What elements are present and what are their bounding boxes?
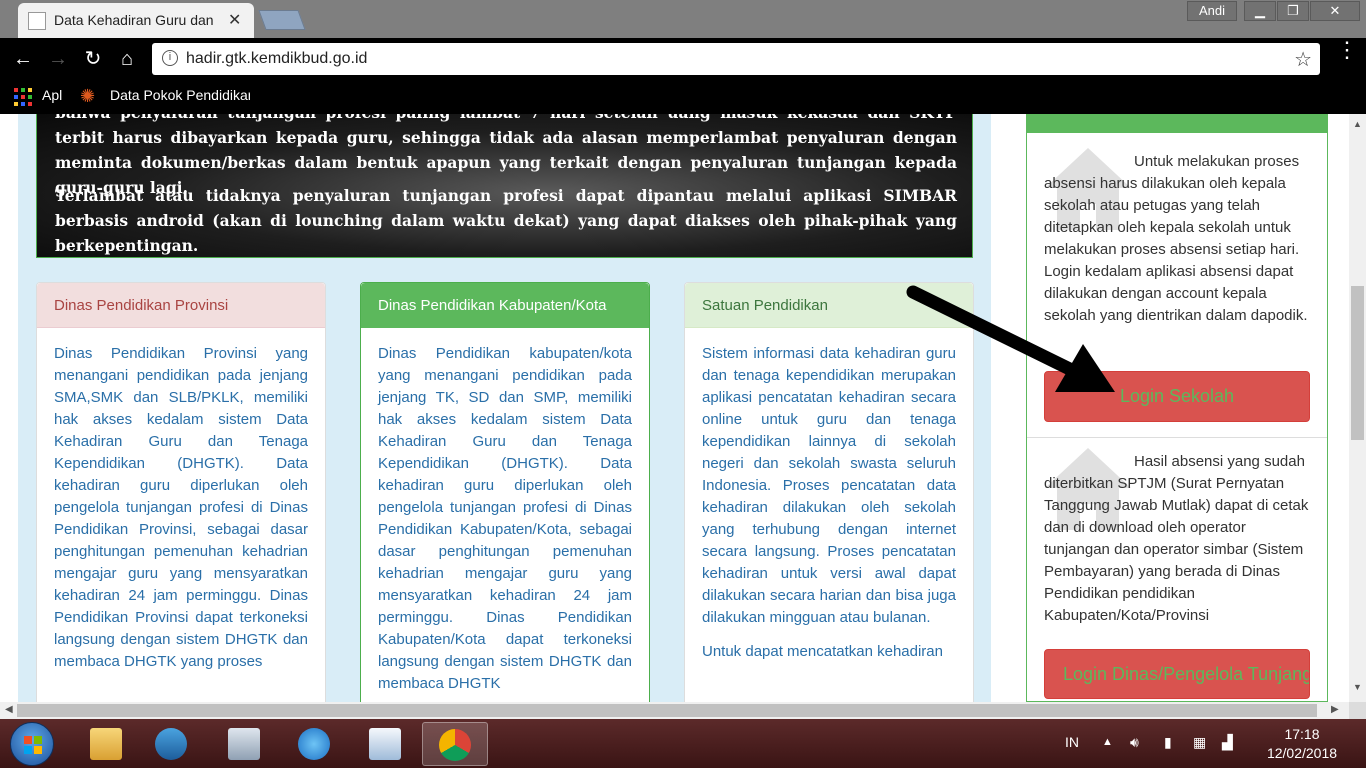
scroll-left-icon[interactable]: ◀	[5, 704, 13, 715]
scroll-up-icon[interactable]: ▲	[1353, 119, 1362, 129]
panel-body: Dinas Pendidikan Provinsi yang menangani…	[54, 345, 308, 670]
show-hidden-icons-icon[interactable]: ▲	[1102, 736, 1113, 748]
horizontal-scroll-thumb[interactable]	[17, 704, 1317, 717]
login-sidebar: Untuk melakukan proses absensi harus dil…	[1026, 114, 1328, 702]
dinas-login-section: Hasil absensi yang sudah diterbitkan SPT…	[1027, 438, 1327, 702]
network-disconnected-icon[interactable]: ▦	[1193, 734, 1206, 751]
home-button[interactable]: ⌂	[114, 46, 140, 72]
clock-date: 12/02/2018	[1266, 745, 1338, 761]
window-close-icon: ✕	[1329, 3, 1341, 18]
apps-grid-icon[interactable]	[14, 88, 32, 106]
bookmarks-bar: Apl ✺ Data Pokok Pendidikan	[0, 80, 1366, 114]
intro-notice-box: bahwa penyaluran tunjangan profesi palin…	[36, 114, 973, 258]
minimize-button[interactable]: ▁	[1244, 1, 1276, 21]
explorer-taskbar-button[interactable]	[76, 722, 136, 766]
scrollbar-corner	[1349, 702, 1366, 719]
forward-arrow-icon: →	[48, 48, 68, 70]
page-viewport: bahwa penyaluran tunjangan profesi palin…	[0, 114, 1349, 702]
dinas-login-text: Hasil absensi yang sudah diterbitkan SPT…	[1044, 453, 1309, 624]
panel-title: Dinas Pendidikan Provinsi	[37, 283, 325, 328]
bookmark-star-icon[interactable]: ☆	[1294, 47, 1312, 72]
browser-tab[interactable]: Data Kehadiran Guru dan ✕	[18, 3, 254, 38]
dapodik-logo-icon: ✺	[80, 86, 96, 106]
kebab-menu-icon: ⋮	[1336, 37, 1358, 62]
calculator-icon	[228, 728, 260, 760]
scroll-right-icon[interactable]: ▶	[1331, 704, 1339, 715]
page-favicon-icon	[28, 12, 46, 30]
back-arrow-icon: ←	[13, 48, 33, 70]
signal-icon[interactable]: ▟	[1222, 734, 1233, 751]
panel-body: Dinas Pendidikan kabupaten/kota yang men…	[378, 345, 632, 692]
url-text[interactable]: hadir.gtk.kemdikbud.go.id	[186, 50, 367, 68]
volume-icon[interactable]: 🔊︎	[1130, 734, 1139, 751]
wordpad-taskbar-button[interactable]	[355, 722, 415, 766]
panel-dinas-kabupaten: Dinas Pendidikan Kabupaten/Kota Dinas Pe…	[360, 282, 650, 702]
panel-dinas-provinsi: Dinas Pendidikan Provinsi Dinas Pendidik…	[36, 282, 326, 702]
browser-title-bar: Data Kehadiran Guru dan ✕ Andi ▁ ❐ ✕	[0, 0, 1366, 38]
internet-explorer-icon	[298, 728, 330, 760]
chrome-icon	[439, 729, 471, 761]
back-button[interactable]: ←	[10, 46, 36, 72]
internet-explorer-taskbar-button[interactable]	[284, 722, 344, 766]
system-clock[interactable]: 17:18 12/02/2018	[1262, 725, 1342, 763]
wordpad-icon	[369, 728, 401, 760]
profile-button[interactable]: Andi	[1187, 1, 1237, 21]
browser-menu-button[interactable]: ⋮	[1336, 39, 1358, 61]
start-button[interactable]	[10, 722, 54, 766]
horizontal-scrollbar[interactable]: ◀ ▶	[0, 702, 1349, 719]
tab-close-icon[interactable]: ✕	[228, 10, 241, 30]
panel-body-paragraph: Untuk dapat mencatatkan kehadiran	[702, 643, 943, 660]
chrome-taskbar-button[interactable]	[422, 722, 488, 766]
address-bar[interactable]: i hadir.gtk.kemdikbud.go.id ☆	[152, 43, 1320, 75]
tab-title: Data Kehadiran Guru dan	[54, 12, 214, 28]
new-tab-button[interactable]	[258, 10, 306, 30]
vertical-scroll-thumb[interactable]	[1351, 286, 1364, 440]
intro-paragraph-2: Terlambat atau tidaknya penyaluran tunja…	[55, 186, 957, 255]
forward-button[interactable]: →	[45, 46, 71, 72]
windows-logo-icon	[24, 736, 42, 754]
bookmark-data-pokok[interactable]: Data Pokok Pendidikan	[110, 87, 250, 103]
reload-icon: ↻	[84, 48, 102, 70]
restore-button[interactable]: ❐	[1277, 1, 1309, 21]
media-player-icon	[155, 728, 187, 760]
home-icon: ⌂	[120, 48, 134, 70]
minimize-icon: ▁	[1255, 3, 1265, 18]
annotation-arrow-icon	[906, 285, 1115, 392]
calculator-taskbar-button[interactable]	[214, 722, 274, 766]
bookmark-apps[interactable]: Apl	[42, 87, 62, 103]
vertical-scrollbar[interactable]: ▲ ▼	[1349, 114, 1366, 702]
browser-toolbar: ← → ↻ ⌂ i hadir.gtk.kemdikbud.go.id ☆ ⋮	[0, 38, 1366, 80]
reload-button[interactable]: ↻	[80, 46, 106, 72]
window-close-button[interactable]: ✕	[1310, 1, 1360, 21]
restore-icon: ❐	[1287, 3, 1299, 18]
login-dinas-button[interactable]: Login Dinas/Pengelola Tunjangan	[1044, 649, 1310, 699]
site-info-icon[interactable]: i	[162, 50, 178, 66]
windows-taskbar: IN ▲ 🔊︎ ▮ ▦ ▟ 17:18 12/02/2018	[0, 719, 1366, 768]
clock-time: 17:18	[1284, 726, 1320, 742]
folder-icon	[90, 728, 122, 760]
sidebar-header	[1027, 114, 1327, 133]
language-indicator[interactable]: IN	[1065, 734, 1079, 750]
panel-title: Dinas Pendidikan Kabupaten/Kota	[361, 283, 649, 328]
scroll-down-icon[interactable]: ▼	[1353, 682, 1362, 692]
media-player-taskbar-button[interactable]	[141, 722, 201, 766]
battery-icon[interactable]: ▮	[1164, 734, 1172, 751]
